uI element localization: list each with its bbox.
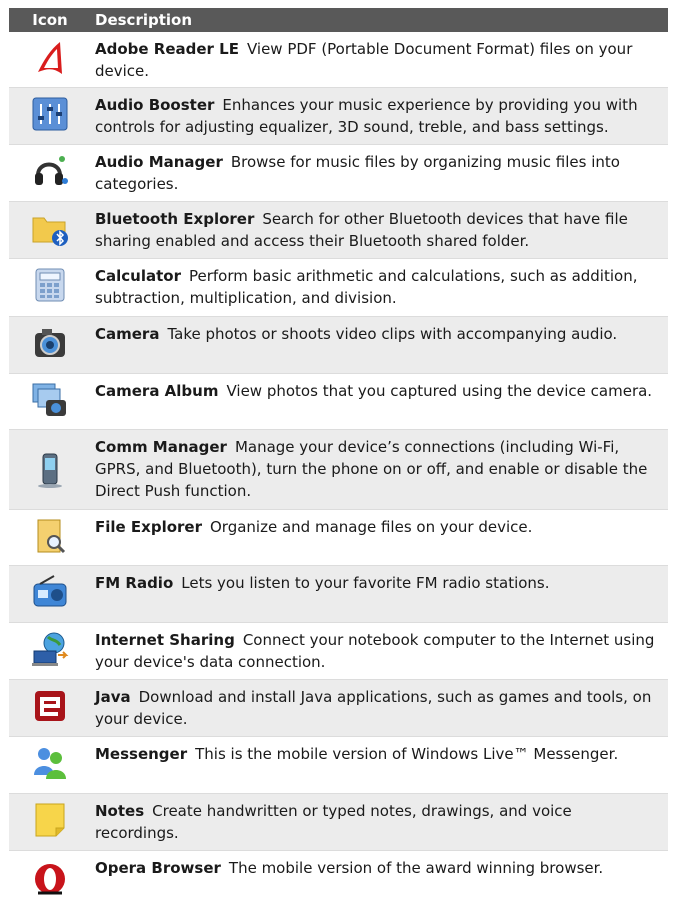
table-row: Bluetooth Explorer Search for other Bluet…	[9, 202, 668, 259]
program-description: The mobile version of the award winning …	[228, 859, 604, 877]
table-row: Notes Create handwritten or typed notes, …	[9, 794, 668, 851]
table-header: Icon Description	[9, 8, 668, 32]
table-row: Adobe Reader LE View PDF (Portable Docume…	[9, 32, 668, 88]
equalizer-icon	[32, 97, 68, 131]
camera-album-icon	[32, 383, 66, 416]
program-name: Calculator	[95, 267, 181, 285]
program-name: Comm Manager	[95, 438, 227, 456]
program-description: View photos that you captured using the …	[226, 382, 653, 400]
calculator-icon	[35, 268, 65, 302]
program-description: This is the mobile version of Windows Li…	[195, 745, 619, 763]
program-description: Create handwritten or typed notes, drawi…	[95, 802, 572, 842]
program-name: Camera	[95, 325, 160, 343]
table-row: Audio Manager Browse for music files by o…	[9, 145, 668, 202]
table-row: Opera Browser The mobile version of the a…	[9, 851, 668, 895]
program-name: Bluetooth Explorer	[95, 210, 255, 228]
table-row: Messenger This is the mobile version of W…	[9, 737, 668, 794]
program-name: Adobe Reader LE	[95, 40, 239, 58]
table-row: Internet Sharing Connect your notebook co…	[9, 623, 668, 680]
program-name: Audio Manager	[95, 153, 223, 171]
folder-search-icon	[37, 519, 66, 554]
sticky-note-icon	[35, 803, 65, 837]
header-description-column: Description	[95, 11, 193, 29]
program-description: Lets you listen to your favorite FM radi…	[181, 574, 550, 592]
java-e-icon	[35, 691, 65, 721]
table-row: File Explorer Organize and manage files o…	[9, 510, 668, 566]
table-row: Camera Album View photos that you capture…	[9, 374, 668, 430]
table-row: Camera Take photos or shoots video clips …	[9, 317, 668, 374]
messenger-buddies-icon	[34, 748, 66, 779]
program-name: Opera Browser	[95, 859, 221, 877]
program-name: FM Radio	[95, 574, 174, 592]
program-name: Camera Album	[95, 382, 219, 400]
program-name: Audio Booster	[95, 96, 215, 114]
opera-browser-icon	[35, 864, 65, 895]
program-description: Take photos or shoots video clips with a…	[167, 325, 618, 343]
header-icon-column: Icon	[32, 11, 68, 29]
programs-table: Icon Description Adobe Reader LE View PDF…	[9, 8, 668, 895]
adobe-reader-icon	[38, 42, 62, 74]
program-description: Organize and manage files on your device…	[210, 518, 533, 536]
program-name: Notes	[95, 802, 145, 820]
program-name: File Explorer	[95, 518, 202, 536]
program-name: Messenger	[95, 745, 188, 763]
headphones-icon	[35, 156, 68, 185]
table-row: FM Radio Lets you listen to your favorite…	[9, 566, 668, 623]
table-row: Audio Booster Enhances your music experie…	[9, 88, 668, 145]
program-description: Download and install Java applications, …	[95, 688, 652, 728]
table-row: Java Download and install Java applicatio…	[9, 680, 668, 737]
internet-sharing-icon	[32, 632, 69, 666]
phone-device-icon	[38, 453, 62, 488]
camera-icon	[35, 329, 65, 357]
program-name: Internet Sharing	[95, 631, 235, 649]
table-row: Calculator Perform basic arithmetic and c…	[9, 259, 668, 317]
program-name: Java	[95, 688, 131, 706]
table-row: Comm Manager Manage your device’s connect…	[9, 430, 668, 510]
bluetooth-folder-icon	[32, 217, 68, 246]
radio-icon	[33, 575, 67, 607]
